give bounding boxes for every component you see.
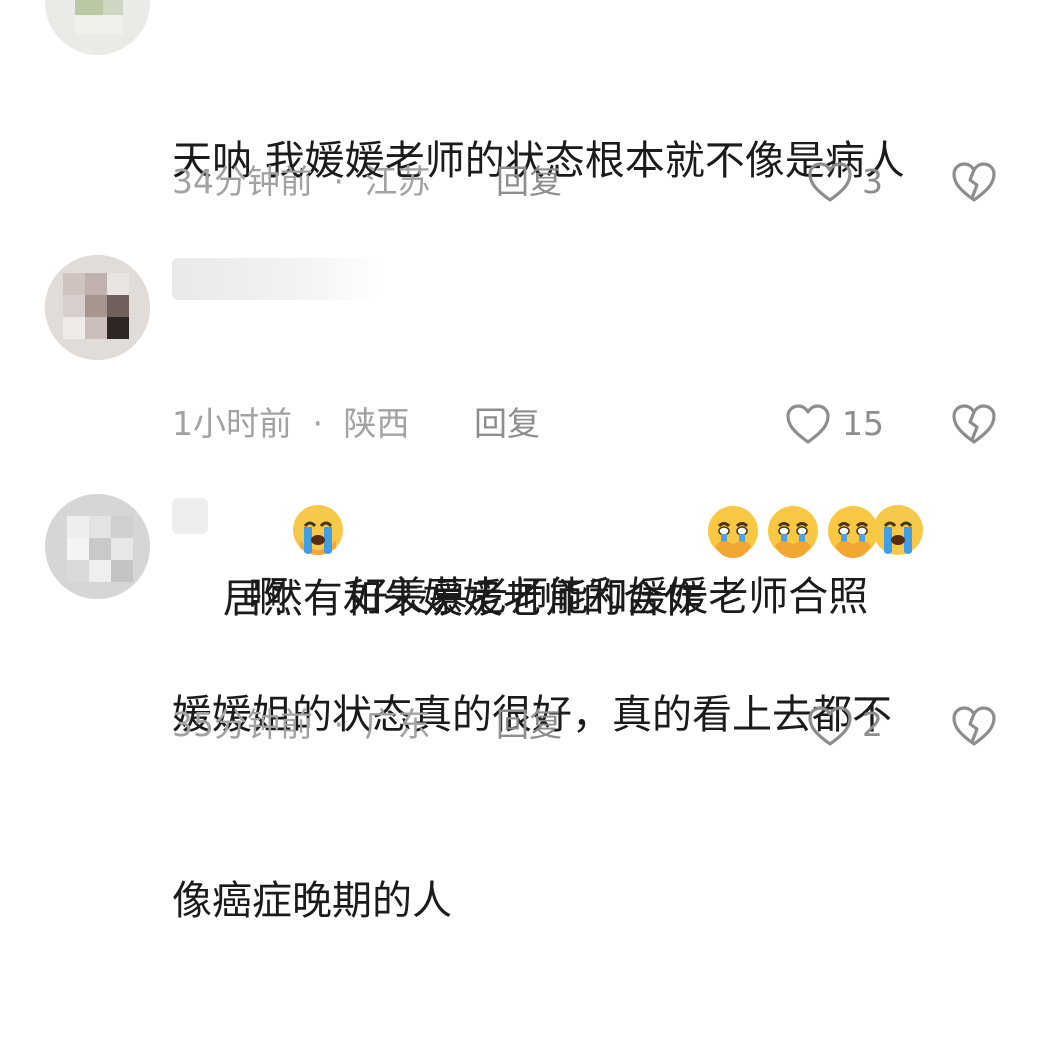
avatar[interactable] xyxy=(45,0,150,55)
reply-button[interactable]: 回复 xyxy=(474,404,540,444)
separator: · xyxy=(333,705,345,744)
comment-meta: 1小时前 · 陕西 xyxy=(172,404,410,444)
comment-text: 媛媛姐的状态真的很好，真的看上去都不 像癌症晚期的人 xyxy=(172,692,892,924)
timestamp: 34分钟前 xyxy=(172,162,313,201)
heart-outline-icon[interactable] xyxy=(806,160,854,204)
comment-meta: 34分钟前 · 江苏 xyxy=(172,162,431,202)
broken-heart-icon[interactable] xyxy=(950,402,998,446)
heart-outline-icon[interactable] xyxy=(806,704,854,748)
timestamp: 35分钟前 xyxy=(172,705,313,744)
reply-button[interactable]: 回复 xyxy=(496,705,562,745)
comment-meta: 35分钟前 · 广东 xyxy=(172,705,431,745)
reply-button[interactable]: 回复 xyxy=(496,162,562,202)
separator: · xyxy=(333,162,345,201)
broken-heart-icon[interactable] xyxy=(950,160,998,204)
broken-heart-icon[interactable] xyxy=(950,704,998,748)
username-blurred[interactable] xyxy=(172,258,382,300)
like-count: 3 xyxy=(862,162,883,201)
location: 江苏 xyxy=(364,162,431,201)
avatar[interactable] xyxy=(45,494,150,599)
holding-back-tears-emoji xyxy=(705,380,761,558)
location: 陕西 xyxy=(343,404,410,443)
username-blurred[interactable] xyxy=(172,498,208,534)
like-count: 15 xyxy=(842,404,884,443)
heart-outline-icon[interactable] xyxy=(784,402,832,446)
like-count: 2 xyxy=(862,705,883,744)
avatar[interactable] xyxy=(45,255,150,360)
location: 广东 xyxy=(364,705,431,744)
timestamp: 1小时前 xyxy=(172,404,292,443)
separator: · xyxy=(312,404,324,443)
